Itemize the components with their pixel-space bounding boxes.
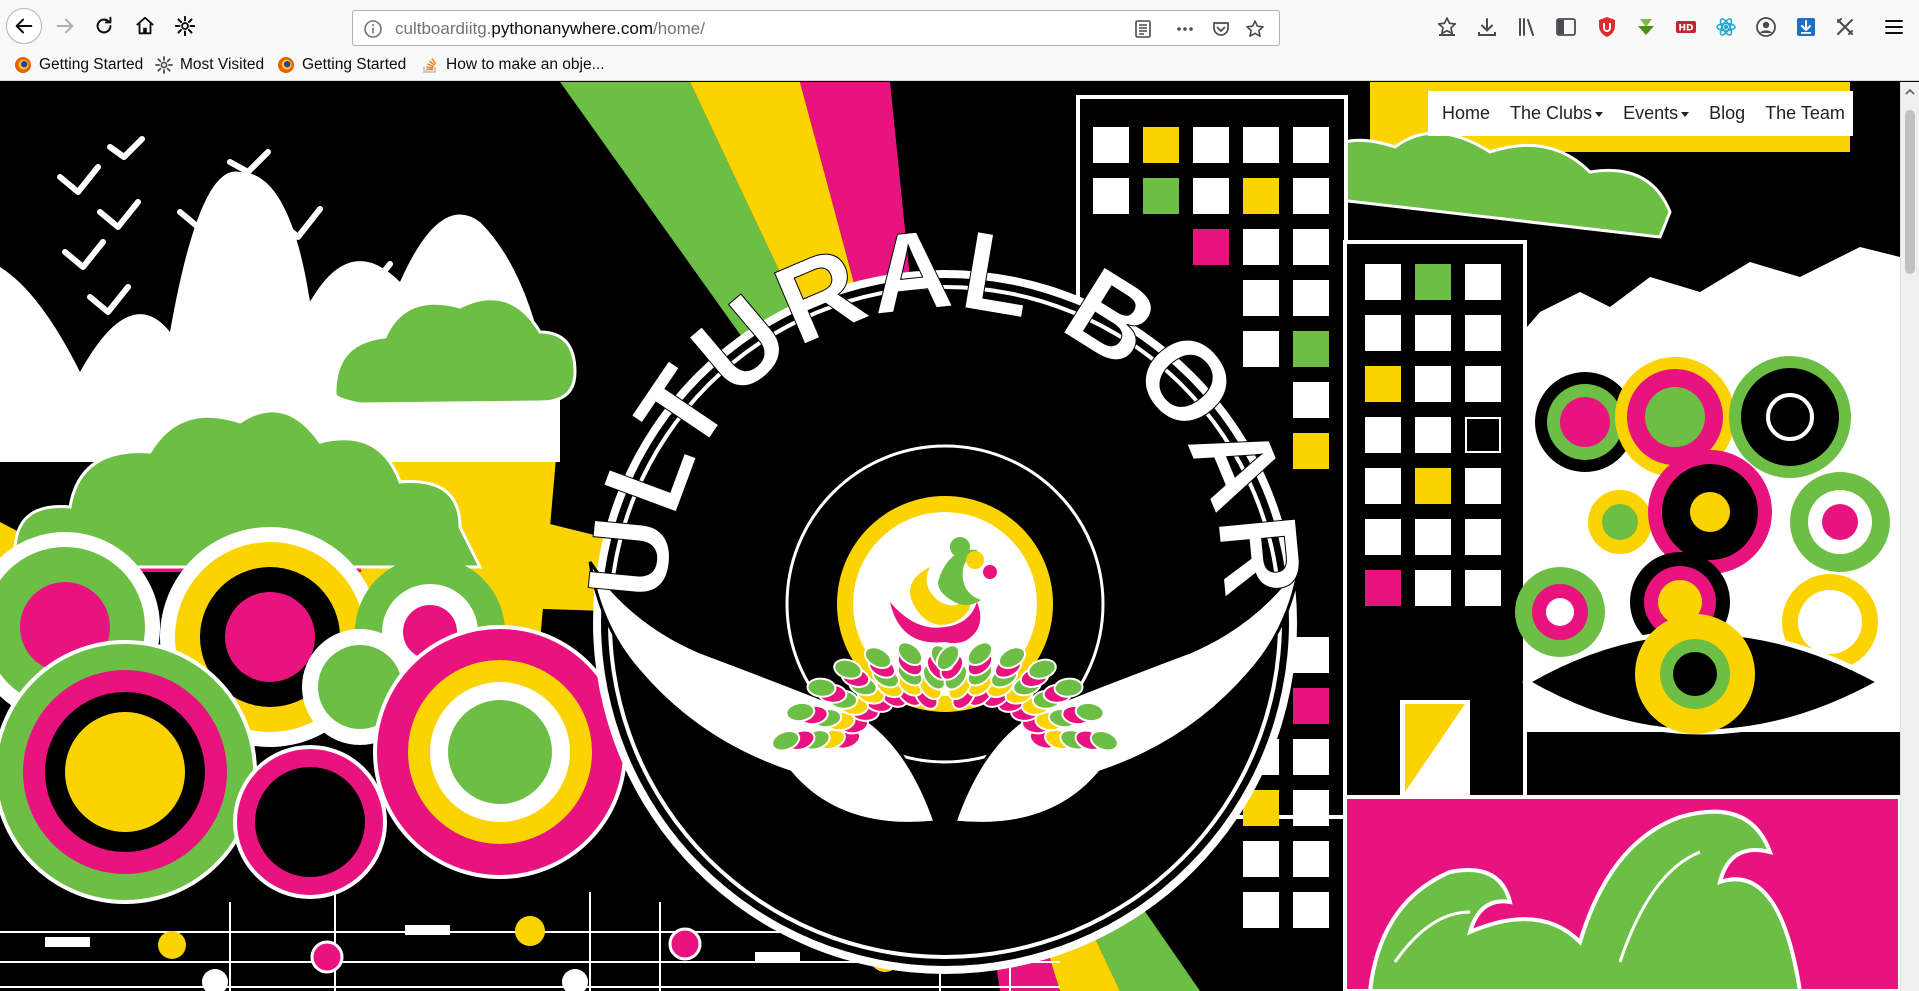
gear-icon [174, 15, 196, 37]
forward-arrow-icon [56, 18, 74, 34]
customize-button[interactable] [168, 9, 202, 43]
hamburger-menu-icon[interactable] [1881, 14, 1907, 40]
stackoverflow-icon [423, 58, 437, 73]
download-helper-icon[interactable] [1633, 14, 1659, 40]
nav-label: Blog [1709, 103, 1746, 123]
scroll-up-arrow-icon[interactable] [1904, 86, 1916, 98]
nav-label: Events [1623, 103, 1679, 123]
bookmark-label: Most Visited [180, 56, 265, 73]
pocket-icon[interactable] [1209, 17, 1233, 41]
forward-button[interactable] [48, 9, 82, 43]
nav-the-team[interactable]: The Team [1765, 103, 1845, 124]
ublock-icon[interactable] [1594, 14, 1620, 40]
downloads-icon[interactable] [1474, 14, 1500, 40]
bookmark-item[interactable]: How to make an obje... [421, 54, 605, 76]
caret-down-icon [1681, 111, 1690, 117]
bookmark-star-icon[interactable] [1243, 17, 1267, 41]
web-page: CULTURAL BOARD Home The Clubs Events Blo… [0, 82, 1900, 991]
react-devtools-icon[interactable] [1713, 14, 1739, 40]
url-text: cultboardiitg.pythonanywhere.com/home/ [395, 19, 705, 39]
bookmark-item[interactable]: Getting Started [14, 54, 143, 76]
bookmarks-menu-icon[interactable] [1434, 14, 1460, 40]
scrollbar-thumb[interactable] [1905, 110, 1915, 274]
nav-label: The Clubs [1510, 103, 1593, 123]
nav-events[interactable]: Events [1623, 103, 1690, 124]
home-icon [136, 16, 154, 35]
bookmark-item[interactable]: Most Visited [155, 54, 264, 76]
home-button[interactable] [128, 9, 162, 43]
page-actions-icon[interactable] [1173, 17, 1197, 41]
url-path: /home/ [652, 19, 705, 38]
save-extension-icon[interactable] [1793, 14, 1819, 40]
bookmark-item[interactable]: Getting Started [277, 54, 406, 76]
banner-artwork: CULTURAL BOARD [0, 82, 1900, 991]
reload-icon [96, 16, 112, 34]
site-info-icon[interactable] [361, 17, 385, 41]
library-icon[interactable] [1514, 14, 1540, 40]
tools-extension-icon[interactable] [1832, 14, 1858, 40]
hd-extension-icon[interactable]: HD [1673, 14, 1699, 40]
nav-the-clubs[interactable]: The Clubs [1510, 103, 1604, 124]
nav-home[interactable]: Home [1442, 103, 1490, 124]
site-navbar: Home The Clubs Events Blog The Team [1428, 91, 1853, 136]
gear-icon [155, 56, 173, 74]
reader-view-icon[interactable] [1131, 17, 1155, 41]
url-prefix: cultboardiitg. [395, 19, 492, 38]
nav-label: Home [1442, 103, 1491, 123]
url-domain: pythonanywhere.com [491, 19, 653, 38]
firefox-icon [278, 57, 294, 73]
firefox-icon [15, 57, 31, 73]
bookmark-label: Getting Started [302, 56, 407, 73]
caret-down-icon [1595, 111, 1604, 117]
svg-text:HD: HD [1678, 24, 1693, 34]
vertical-scrollbar[interactable] [1900, 82, 1919, 991]
address-bar[interactable]: cultboardiitg.pythonanywhere.com/home/ [352, 10, 1280, 46]
back-arrow-icon [15, 18, 33, 34]
nav-blog[interactable]: Blog [1709, 103, 1745, 124]
back-button[interactable] [6, 8, 42, 44]
bookmark-label: How to make an obje... [446, 56, 605, 73]
nav-label: The Team [1765, 103, 1845, 123]
bookmark-label: Getting Started [39, 56, 144, 73]
sidebar-icon[interactable] [1553, 14, 1579, 40]
browser-toolbar: cultboardiitg.pythonanywhere.com/home/ H… [0, 0, 1919, 55]
reload-button[interactable] [87, 9, 121, 43]
account-icon[interactable] [1753, 14, 1779, 40]
